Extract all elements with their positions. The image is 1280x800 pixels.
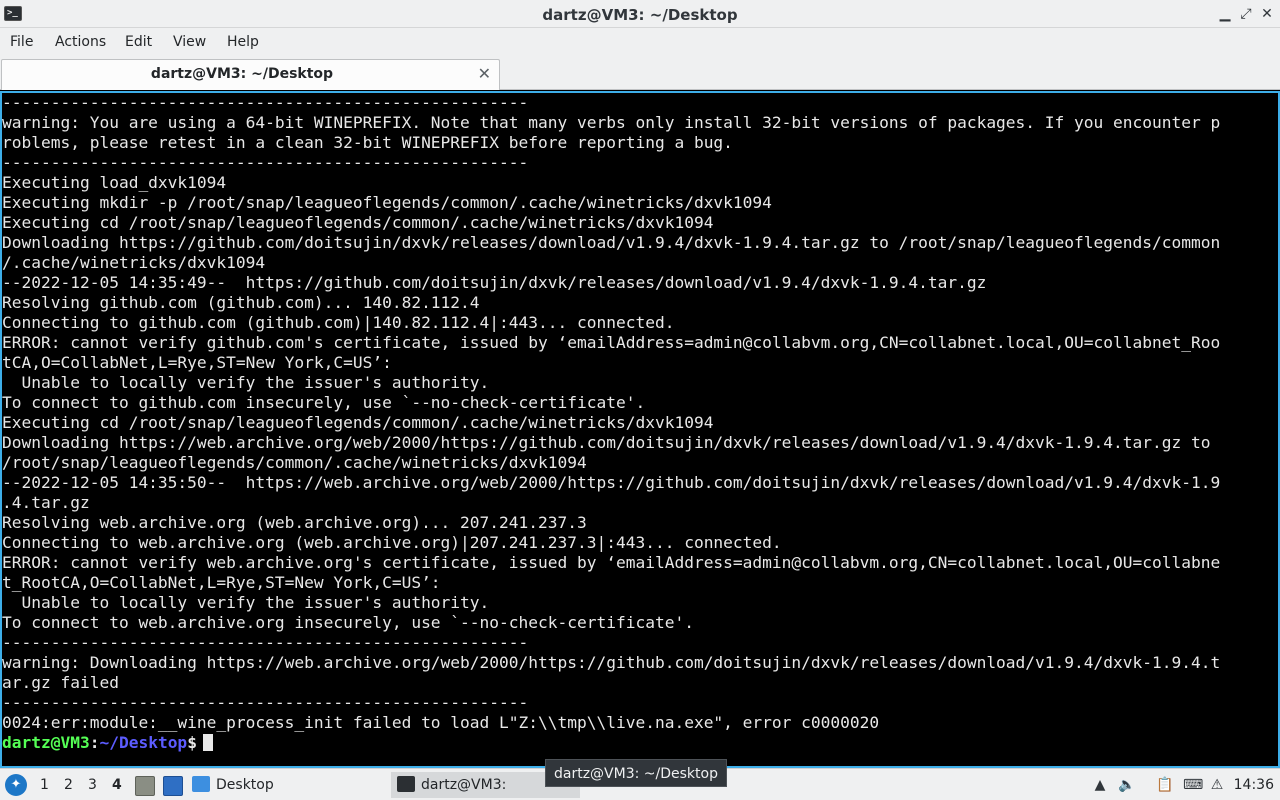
show-desktop-icon[interactable] (163, 776, 183, 796)
terminal-line: Resolving web.archive.org (web.archive.o… (2, 513, 587, 532)
task-desktop-label: Desktop (216, 777, 274, 793)
terminal-line: ----------------------------------------… (2, 633, 529, 652)
terminal-line: t_RootCA,O=CollabNet,L=Rye,ST=New York,C… (2, 573, 441, 592)
tab-close-icon[interactable]: ✕ (478, 64, 491, 83)
terminal-line: ERROR: cannot verify github.com's certif… (2, 333, 1221, 352)
terminal-line: ERROR: cannot verify web.archive.org's c… (2, 553, 1221, 572)
start-menu-icon[interactable]: ✦ (5, 774, 27, 796)
terminal-line: Connecting to github.com (github.com)|14… (2, 313, 675, 332)
terminal-line: Executing load_dxvk1094 (2, 173, 227, 192)
prompt-symbol: $ (187, 733, 197, 752)
file-manager-icon[interactable] (135, 776, 155, 796)
tab-terminal[interactable]: dartz@VM3: ~/Desktop ✕ (1, 59, 500, 90)
terminal-line: Downloading https://web.archive.org/web/… (2, 433, 1211, 452)
menu-help[interactable]: Help (227, 34, 259, 50)
workspace-1[interactable]: 1 (40, 777, 49, 793)
menu-bar: File Actions Edit View Help (0, 28, 1280, 58)
terminal-line: To connect to github.com insecurely, use… (2, 393, 646, 412)
window-title: dartz@VM3: ~/Desktop (542, 6, 738, 24)
terminal-line: Unable to locally verify the issuer's au… (2, 373, 490, 392)
terminal-line: --2022-12-05 14:35:49-- https://github.c… (2, 273, 987, 292)
terminal-line: tCA,O=CollabNet,L=Rye,ST=New York,C=US’: (2, 353, 392, 372)
workspace-3[interactable]: 3 (88, 777, 97, 793)
menu-view[interactable]: View (173, 34, 206, 50)
terminal-line: 0024:err:module:__wine_process_init fail… (2, 713, 880, 732)
tray-up-arrow-icon[interactable]: ▲ (1091, 776, 1109, 794)
workspace-4[interactable]: 4 (112, 777, 122, 793)
terminal-icon (397, 776, 415, 792)
keyboard-icon[interactable]: ⌨ (1183, 776, 1203, 794)
terminal-output: ----------------------------------------… (2, 93, 1220, 753)
terminal-line: ----------------------------------------… (2, 93, 529, 112)
terminal-line: .4.tar.gz (2, 493, 90, 512)
menu-edit[interactable]: Edit (125, 34, 152, 50)
terminal-line: Connecting to web.archive.org (web.archi… (2, 533, 782, 552)
clock[interactable]: 14:36 (1234, 777, 1274, 793)
terminal-line: roblems, please retest in a clean 32-bit… (2, 133, 733, 152)
terminal-line: Executing cd /root/snap/leagueoflegends/… (2, 413, 714, 432)
maximize-button[interactable]: ⤢ (1237, 5, 1255, 23)
terminal-line: Executing cd /root/snap/leagueoflegends/… (2, 213, 714, 232)
tab-label: dartz@VM3: ~/Desktop (150, 66, 334, 82)
close-window-button[interactable]: ✕ (1258, 5, 1276, 23)
text-cursor (202, 734, 213, 751)
menu-actions[interactable]: Actions (55, 34, 106, 50)
prompt-line[interactable]: dartz@VM3:~/Desktop$ (2, 733, 1220, 753)
folder-icon (192, 776, 210, 792)
terminal-line: /.cache/winetricks/dxvk1094 (2, 253, 266, 272)
menu-file[interactable]: File (10, 34, 33, 50)
task-tooltip: dartz@VM3: ~/Desktop (545, 759, 727, 787)
prompt-colon: : (89, 733, 100, 752)
terminal-line: To connect to web.archive.org insecurely… (2, 613, 694, 632)
terminal-view[interactable]: ----------------------------------------… (0, 91, 1280, 768)
terminal-line: warning: You are using a 64-bit WINEPREF… (2, 113, 1221, 132)
minimize-button[interactable]: ▁ (1216, 5, 1234, 23)
terminal-line: ----------------------------------------… (2, 153, 529, 172)
terminal-line: ----------------------------------------… (2, 693, 529, 712)
terminal-line: Resolving github.com (github.com)... 140… (2, 293, 480, 312)
prompt-path: ~/Desktop (99, 733, 188, 752)
terminal-line: Executing mkdir -p /root/snap/leagueofle… (2, 193, 772, 212)
terminal-line: --2022-12-05 14:35:50-- https://web.arch… (2, 473, 1221, 492)
workspace-2[interactable]: 2 (64, 777, 73, 793)
terminal-line: warning: Downloading https://web.archive… (2, 653, 1221, 672)
window-titlebar[interactable]: >_ dartz@VM3: ~/Desktop ▁ ⤢ ✕ (0, 0, 1280, 28)
terminal-line: Unable to locally verify the issuer's au… (2, 593, 490, 612)
network-icon[interactable]: ⚠ (1208, 776, 1226, 794)
terminal-line: Downloading https://github.com/doitsujin… (2, 233, 1221, 252)
volume-icon[interactable]: 🔈 (1118, 776, 1136, 794)
prompt-user-host: dartz@VM3 (2, 733, 90, 752)
terminal-line: /root/snap/leagueoflegends/common/.cache… (2, 453, 587, 472)
terminal-line: ar.gz failed (2, 673, 119, 692)
task-desktop[interactable]: Desktop (192, 772, 274, 798)
clipboard-icon[interactable]: 📋 (1156, 776, 1174, 794)
tab-bar: dartz@VM3: ~/Desktop ✕ (0, 58, 1280, 90)
